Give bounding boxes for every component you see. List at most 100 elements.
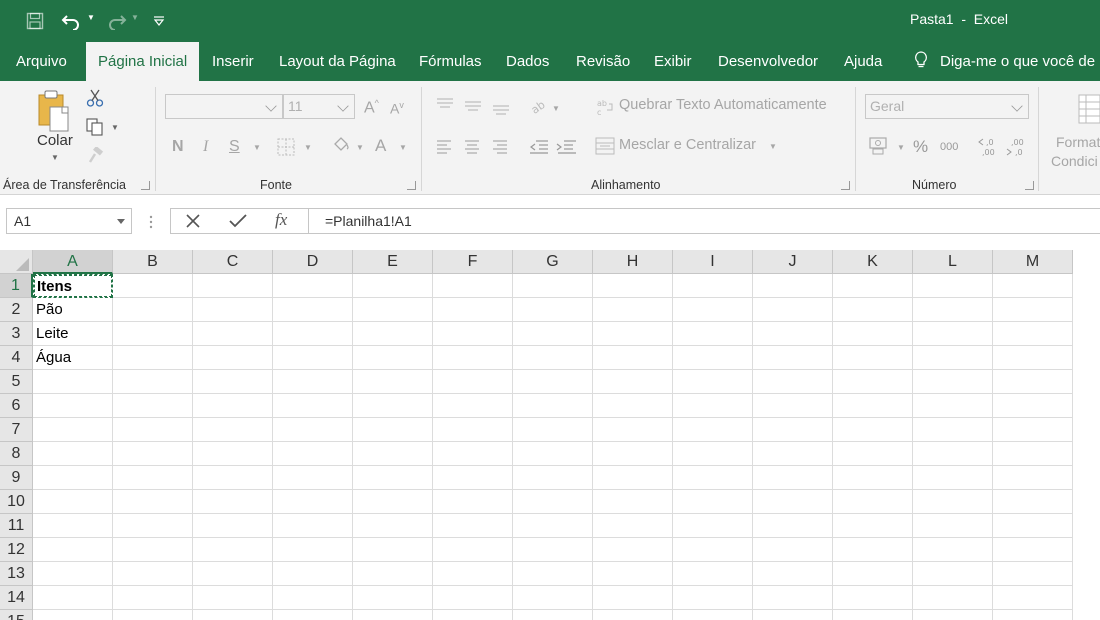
- orientation-dropdown-icon[interactable]: ▼: [552, 104, 560, 113]
- conditional-formatting-button[interactable]: Format Condici: [1051, 133, 1100, 171]
- cell-d6[interactable]: [273, 394, 353, 418]
- column-header-a[interactable]: A: [33, 250, 113, 274]
- cell-a13[interactable]: [33, 562, 113, 586]
- cell-d12[interactable]: [273, 538, 353, 562]
- cell-l10[interactable]: [913, 490, 993, 514]
- tab-pagina-inicial[interactable]: Página Inicial: [86, 42, 200, 81]
- cell-d14[interactable]: [273, 586, 353, 610]
- cell-j14[interactable]: [753, 586, 833, 610]
- indent-icons[interactable]: [528, 138, 578, 156]
- column-header-l[interactable]: L: [913, 250, 993, 274]
- number-launcher-icon[interactable]: [1025, 181, 1034, 190]
- row-header-4[interactable]: 4: [0, 346, 33, 370]
- cell-c15[interactable]: [193, 610, 273, 620]
- column-header-b[interactable]: B: [113, 250, 193, 274]
- enter-icon[interactable]: [229, 214, 247, 228]
- cell-g3[interactable]: [513, 322, 593, 346]
- cancel-icon[interactable]: [186, 214, 200, 228]
- cell-g7[interactable]: [513, 418, 593, 442]
- cell-h10[interactable]: [593, 490, 673, 514]
- cell-a14[interactable]: [33, 586, 113, 610]
- tab-exibir[interactable]: Exibir: [654, 42, 692, 81]
- cell-c3[interactable]: [193, 322, 273, 346]
- tab-arquivo[interactable]: Arquivo: [16, 42, 67, 81]
- clipboard-launcher-icon[interactable]: [141, 181, 150, 190]
- cell-g15[interactable]: [513, 610, 593, 620]
- cell-d7[interactable]: [273, 418, 353, 442]
- cell-j5[interactable]: [753, 370, 833, 394]
- cell-l4[interactable]: [913, 346, 993, 370]
- cell-c9[interactable]: [193, 466, 273, 490]
- column-header-d[interactable]: D: [273, 250, 353, 274]
- cell-i9[interactable]: [673, 466, 753, 490]
- cell-h14[interactable]: [593, 586, 673, 610]
- cell-m11[interactable]: [993, 514, 1073, 538]
- cell-d4[interactable]: [273, 346, 353, 370]
- row-header-12[interactable]: 12: [0, 538, 33, 562]
- cell-i2[interactable]: [673, 298, 753, 322]
- cell-f4[interactable]: [433, 346, 513, 370]
- cell-l15[interactable]: [913, 610, 993, 620]
- cell-f9[interactable]: [433, 466, 513, 490]
- cell-j15[interactable]: [753, 610, 833, 620]
- copy-dropdown-icon[interactable]: ▼: [111, 123, 119, 132]
- cell-d10[interactable]: [273, 490, 353, 514]
- tab-revisao[interactable]: Revisão: [576, 42, 630, 81]
- cell-c6[interactable]: [193, 394, 273, 418]
- cell-i7[interactable]: [673, 418, 753, 442]
- cell-c2[interactable]: [193, 298, 273, 322]
- row-header-7[interactable]: 7: [0, 418, 33, 442]
- cell-g14[interactable]: [513, 586, 593, 610]
- tab-ajuda[interactable]: Ajuda: [844, 42, 882, 81]
- cell-h8[interactable]: [593, 442, 673, 466]
- cell-g9[interactable]: [513, 466, 593, 490]
- cell-g11[interactable]: [513, 514, 593, 538]
- cell-j8[interactable]: [753, 442, 833, 466]
- cell-k5[interactable]: [833, 370, 913, 394]
- cell-j11[interactable]: [753, 514, 833, 538]
- cell-i14[interactable]: [673, 586, 753, 610]
- cell-g6[interactable]: [513, 394, 593, 418]
- cell-b7[interactable]: [113, 418, 193, 442]
- cell-j9[interactable]: [753, 466, 833, 490]
- cell-g1[interactable]: [513, 274, 593, 298]
- cell-a10[interactable]: [33, 490, 113, 514]
- decrease-decimal-icon[interactable]: ,00,0: [1006, 136, 1026, 158]
- cell-d13[interactable]: [273, 562, 353, 586]
- orientation-icon[interactable]: ab: [529, 97, 549, 117]
- row-header-5[interactable]: 5: [0, 370, 33, 394]
- merge-dropdown-icon[interactable]: ▼: [769, 142, 777, 151]
- save-icon[interactable]: [24, 8, 46, 34]
- cell-i15[interactable]: [673, 610, 753, 620]
- cell-e8[interactable]: [353, 442, 433, 466]
- cell-e2[interactable]: [353, 298, 433, 322]
- cell-e3[interactable]: [353, 322, 433, 346]
- cell-g13[interactable]: [513, 562, 593, 586]
- borders-dropdown-icon[interactable]: ▼: [304, 143, 312, 152]
- cell-l14[interactable]: [913, 586, 993, 610]
- cell-b8[interactable]: [113, 442, 193, 466]
- cell-a12[interactable]: [33, 538, 113, 562]
- cell-i3[interactable]: [673, 322, 753, 346]
- cell-c13[interactable]: [193, 562, 273, 586]
- cell-d5[interactable]: [273, 370, 353, 394]
- column-header-h[interactable]: H: [593, 250, 673, 274]
- cell-i6[interactable]: [673, 394, 753, 418]
- cell-a8[interactable]: [33, 442, 113, 466]
- cell-l5[interactable]: [913, 370, 993, 394]
- cell-k4[interactable]: [833, 346, 913, 370]
- insert-function-button[interactable]: fx: [275, 210, 287, 230]
- cell-g10[interactable]: [513, 490, 593, 514]
- cell-j3[interactable]: [753, 322, 833, 346]
- cell-k15[interactable]: [833, 610, 913, 620]
- cell-a5[interactable]: [33, 370, 113, 394]
- cell-i10[interactable]: [673, 490, 753, 514]
- cell-m7[interactable]: [993, 418, 1073, 442]
- number-format-combo[interactable]: Geral: [865, 94, 1029, 119]
- cell-i1[interactable]: [673, 274, 753, 298]
- row-header-2[interactable]: 2: [0, 298, 33, 322]
- fill-color-icon[interactable]: [332, 136, 350, 156]
- cell-f3[interactable]: [433, 322, 513, 346]
- column-header-i[interactable]: I: [673, 250, 753, 274]
- cell-a15[interactable]: [33, 610, 113, 620]
